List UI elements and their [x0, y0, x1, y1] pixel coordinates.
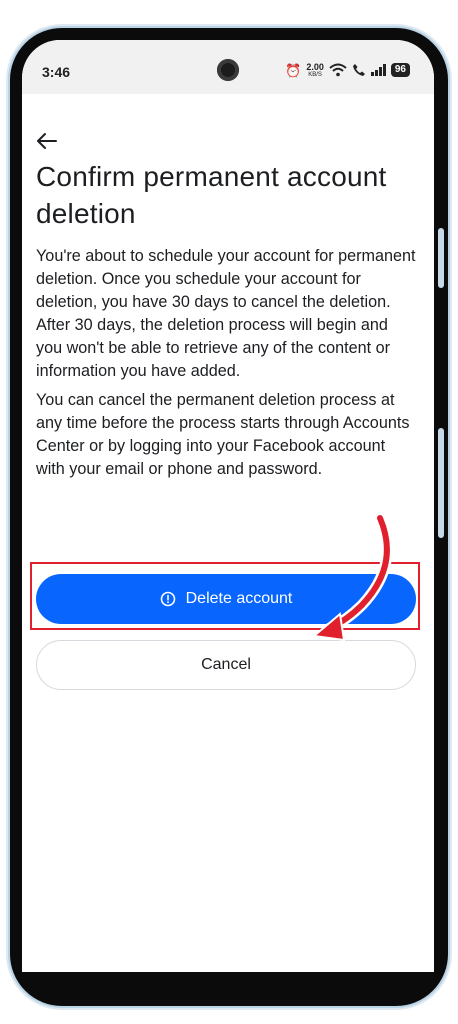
- deletion-info-paragraph: You're about to schedule your account fo…: [36, 247, 416, 380]
- cancel-info-paragraph: You can cancel the permanent deletion pr…: [36, 391, 410, 478]
- power-button: [438, 428, 444, 538]
- delete-account-button[interactable]: Delete account: [36, 574, 416, 624]
- app-window: Confirm permanent account deletion You'r…: [22, 40, 434, 972]
- volume-button: [438, 228, 444, 288]
- delete-account-label: Delete account: [185, 590, 293, 607]
- cancel-label: Cancel: [201, 656, 251, 673]
- arrow-left-icon[interactable]: [34, 130, 60, 152]
- alert-circle-icon: [160, 591, 175, 607]
- cancel-button[interactable]: Cancel: [36, 640, 416, 690]
- page-title: Confirm permanent account deletion: [36, 161, 387, 229]
